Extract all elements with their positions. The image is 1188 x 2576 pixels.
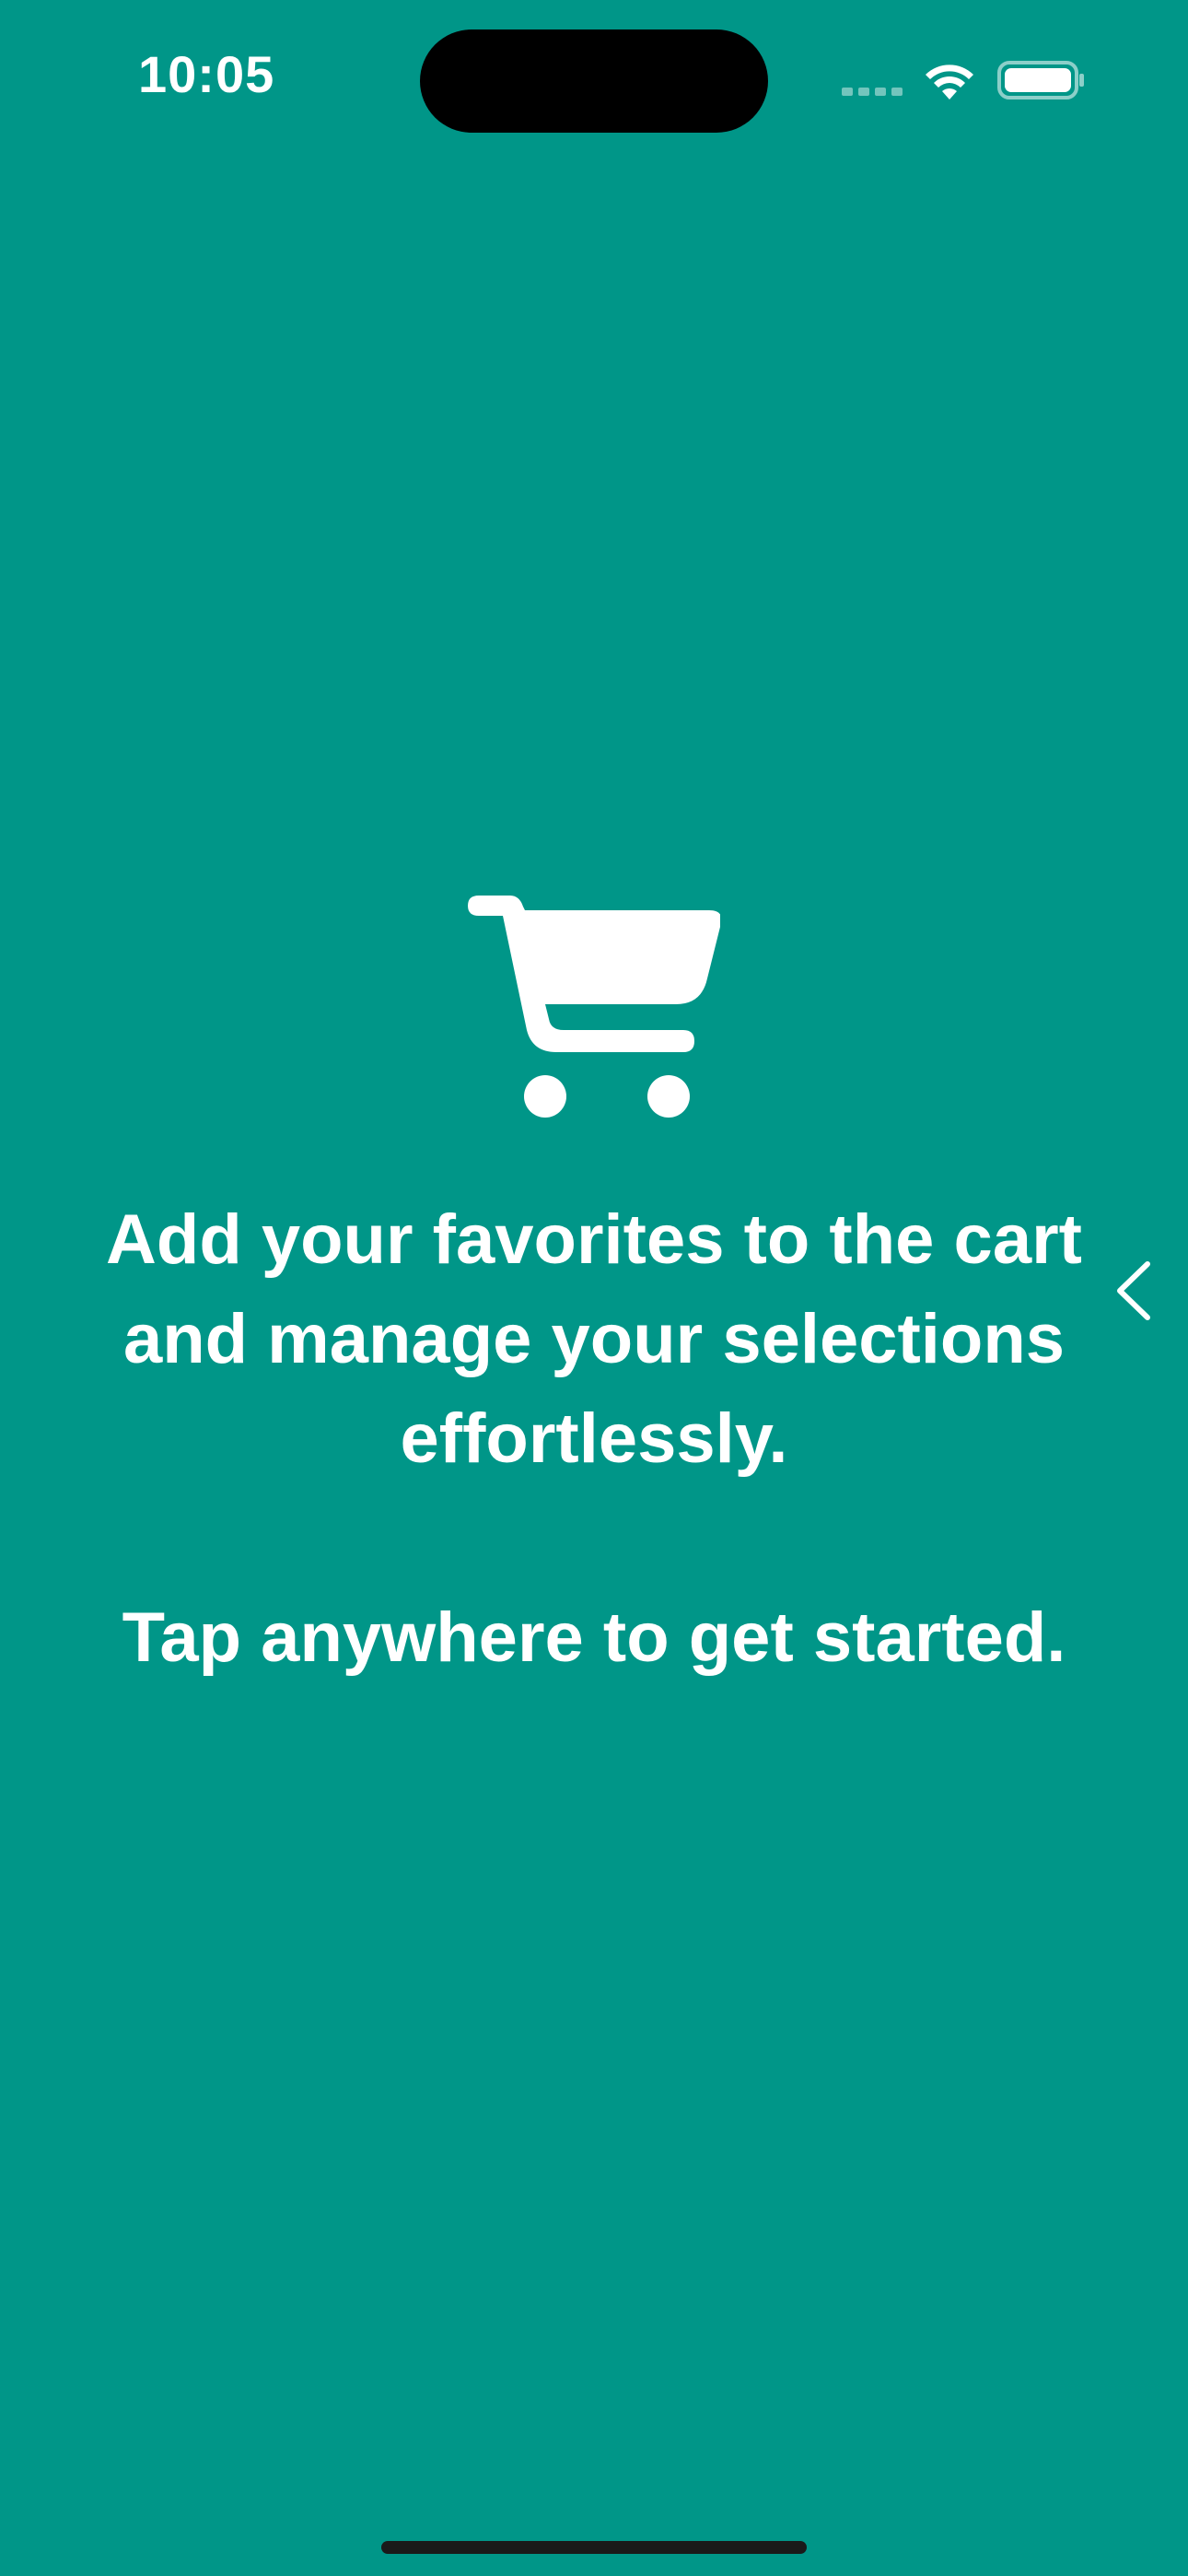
battery-icon — [997, 61, 1084, 100]
onboarding-headline: Add your favorites to the cart and manag… — [106, 1200, 1082, 1478]
chevron-left-icon[interactable] — [1109, 1259, 1157, 1323]
shopping-cart-icon — [468, 896, 720, 1118]
onboarding-screen[interactable]: 10:05 Add your favorites to the cart and… — [0, 0, 1188, 2576]
status-time: 10:05 — [138, 45, 275, 103]
wifi-icon — [926, 64, 973, 100]
cellular-signal-icon — [842, 88, 903, 96]
onboarding-cta: Tap anywhere to get started. — [122, 1598, 1066, 1677]
home-indicator[interactable] — [381, 2541, 807, 2554]
dynamic-island — [420, 29, 768, 133]
